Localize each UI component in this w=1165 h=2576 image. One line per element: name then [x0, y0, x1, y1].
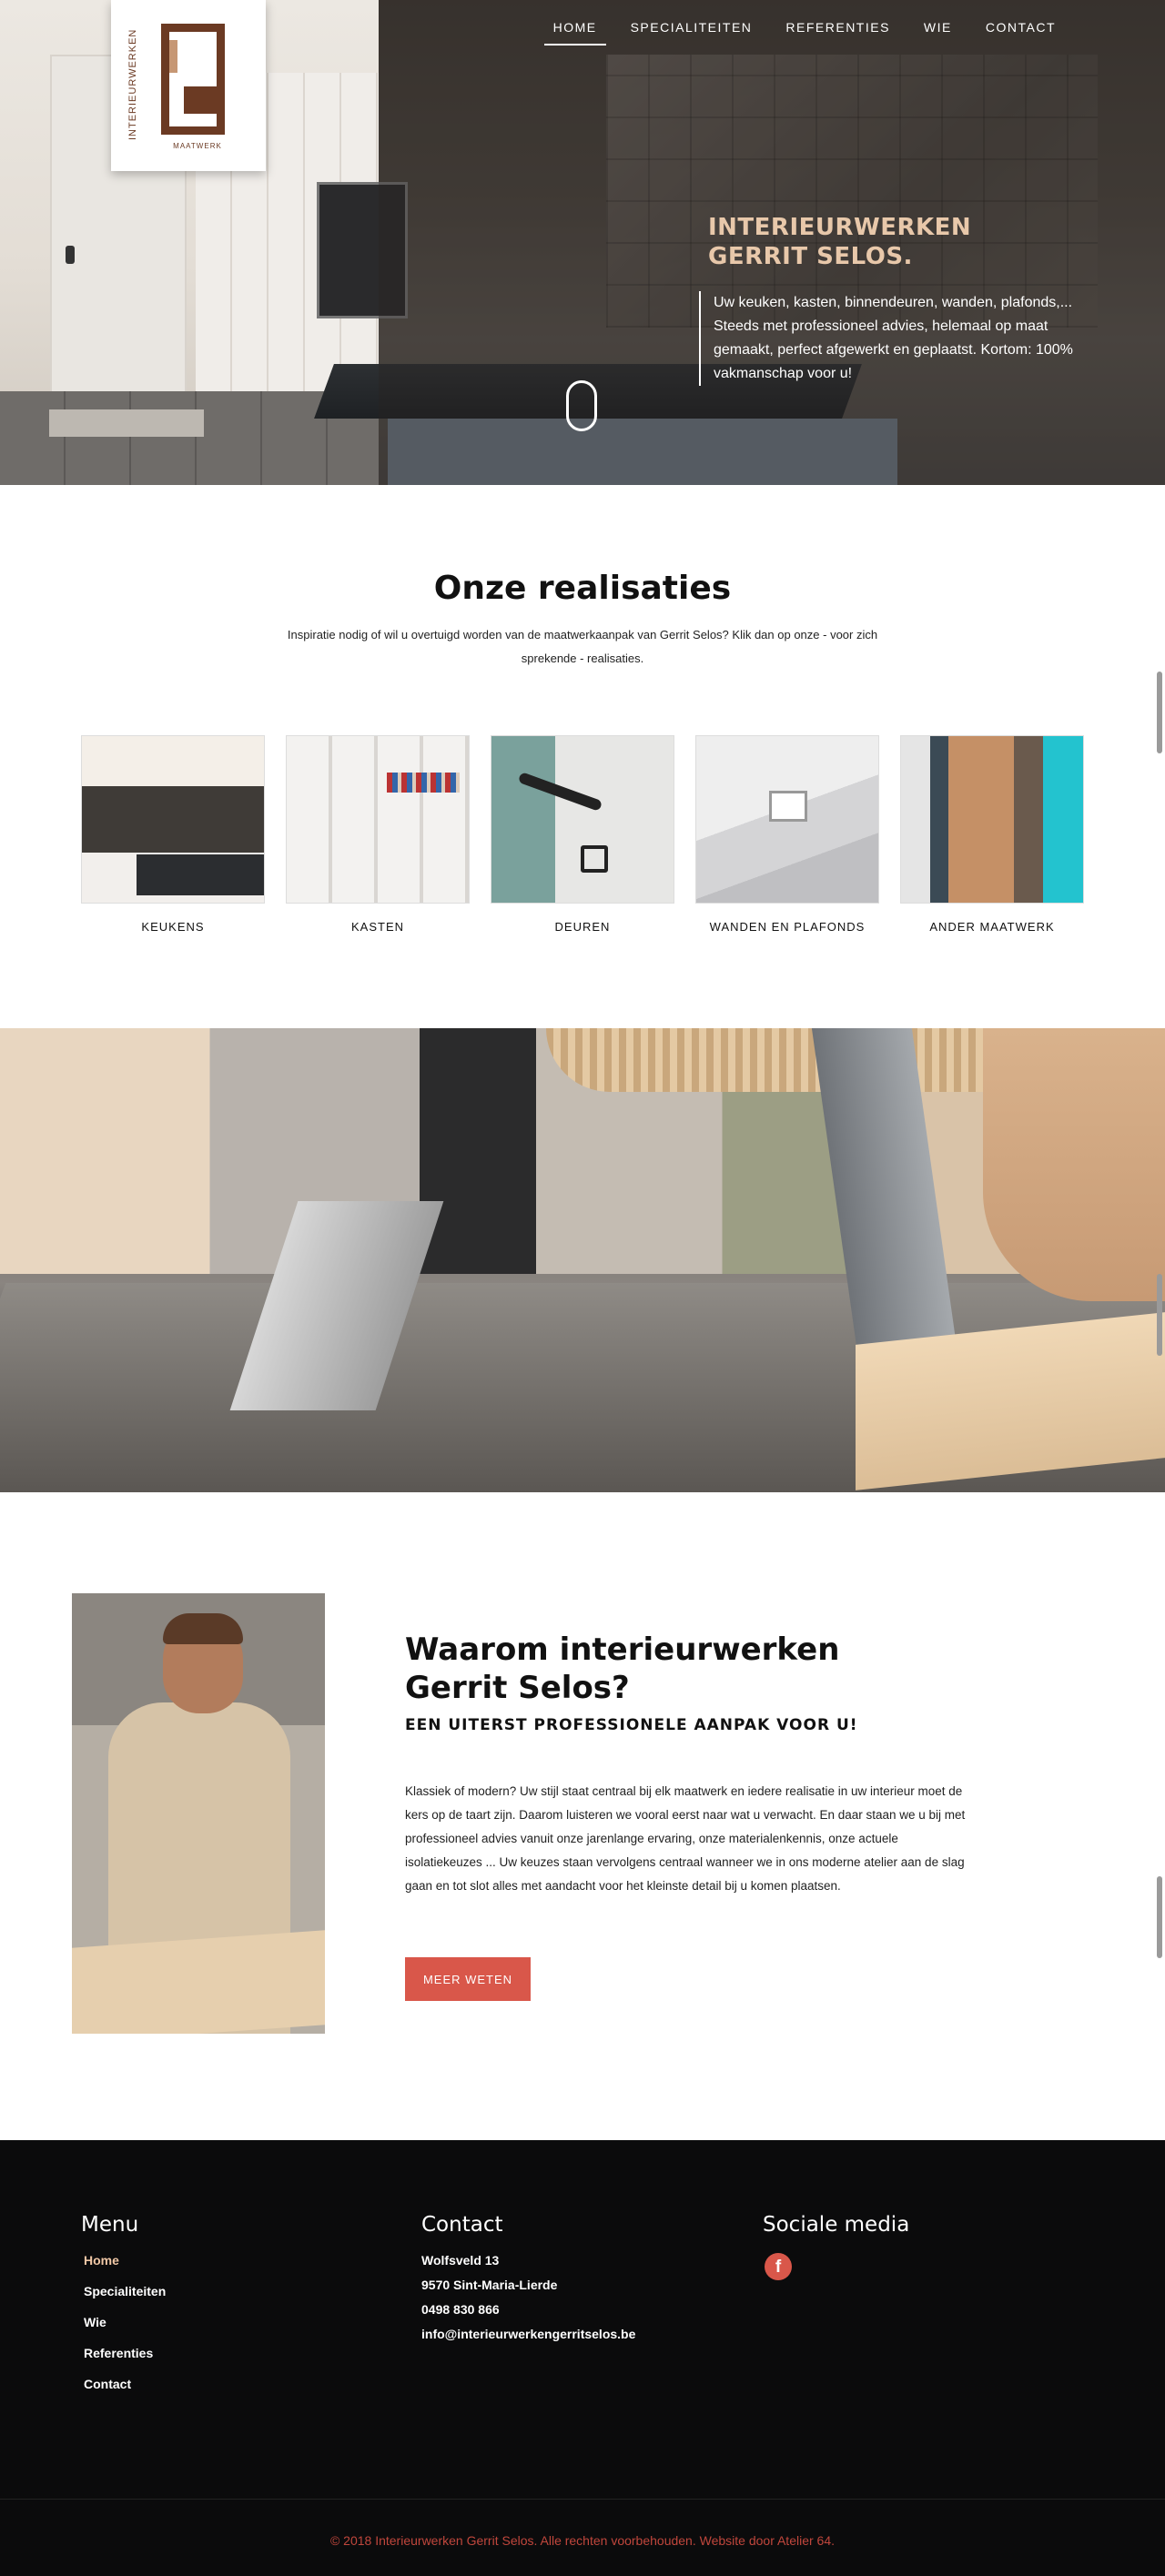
- realisaties-title: Onze realisaties: [433, 570, 732, 607]
- tile-label: DEUREN: [554, 920, 611, 934]
- footer-copyright: © 2018 Interieurwerken Gerrit Selos. All…: [329, 2533, 836, 2548]
- footer-contact-column: Contact Wolfsveld 13 9570 Sint-Maria-Lie…: [421, 2213, 635, 2351]
- tile-kasten[interactable]: KASTEN: [286, 735, 470, 934]
- scrollbar-thumb[interactable]: [1157, 1876, 1162, 1958]
- tile-label: WANDEN EN PLAFONDS: [709, 920, 866, 934]
- logo-mark-bar: [184, 86, 217, 114]
- scroll-down-indicator[interactable]: [566, 380, 597, 431]
- waarom-body: Klassiek of modern? Uw stijl staat centr…: [405, 1784, 966, 1893]
- scrollbar-thumb[interactable]: [1157, 1274, 1162, 1356]
- waarom-subtitle: EEN UITERST PROFESSIONELE AANPAK VOOR U!: [405, 1716, 858, 1734]
- ander-maatwerk-image: [900, 735, 1084, 904]
- tile-keukens[interactable]: KEUKENS: [81, 735, 265, 934]
- craftsman-photo: [72, 1593, 325, 2034]
- footer-social-column: Sociale media f: [763, 2213, 909, 2280]
- footer-menu-title: Menu: [81, 2213, 139, 2237]
- nav-wie[interactable]: WIE: [915, 16, 961, 45]
- banner-saw-guard: [546, 1028, 1056, 1092]
- deuren-image: [491, 735, 674, 904]
- main-nav: HOME SPECIALITEITEN REFERENTIES WIE CONT…: [529, 16, 1065, 45]
- site-logo[interactable]: INTERIEURWERKEN MAATWERK: [111, 0, 266, 171]
- scrollbar-thumb[interactable]: [1157, 672, 1162, 753]
- hero-step: [49, 409, 204, 437]
- footer-menu-column: Menu Home Specialiteiten Wie Referenties…: [81, 2213, 166, 2408]
- contact-phone[interactable]: 0498 830 866: [421, 2302, 635, 2317]
- nav-specialiteiten[interactable]: SPECIALITEITEN: [622, 16, 762, 45]
- kasten-image: [286, 735, 470, 904]
- craftsman-plank: [72, 1930, 325, 2034]
- nav-referenties[interactable]: REFERENTIES: [776, 16, 899, 45]
- facebook-icon[interactable]: f: [765, 2253, 792, 2280]
- logo-sub-text: MAATWERK: [173, 142, 222, 150]
- footer-contact-info: Wolfsveld 13 9570 Sint-Maria-Lierde 0498…: [421, 2253, 635, 2341]
- workshop-banner-image: [0, 1028, 1165, 1492]
- hero-text: Uw keuken, kasten, binnendeuren, wanden,…: [699, 291, 1081, 386]
- tile-label: KASTEN: [350, 920, 404, 934]
- hero-section: INTERIEURWERKEN MAATWERK HOME SPECIALITE…: [0, 0, 1165, 485]
- hero-door-handle: [66, 246, 75, 264]
- hero-title: INTERIEURWERKEN GERRIT SELOS.: [708, 214, 972, 270]
- banner-worker-arm: [983, 1028, 1165, 1301]
- meer-weten-button[interactable]: MEER WETEN: [405, 1957, 531, 2001]
- nav-home[interactable]: HOME: [543, 16, 606, 45]
- waarom-title: Waarom interieurwerken Gerrit Selos?: [405, 1631, 840, 1706]
- contact-city: 9570 Sint-Maria-Lierde: [421, 2278, 558, 2292]
- footer-link-referenties[interactable]: Referenties: [84, 2346, 166, 2360]
- contact-street: Wolfsveld 13: [421, 2253, 500, 2268]
- realisaties-section: Onze realisaties Inspiratie nodig of wil…: [0, 485, 1165, 1028]
- contact-email[interactable]: info@interieurwerkengerritselos.be: [421, 2327, 635, 2341]
- waarom-section: Waarom interieurwerken Gerrit Selos? EEN…: [0, 1492, 1165, 2140]
- footer-link-contact[interactable]: Contact: [84, 2377, 166, 2391]
- footer-link-wie[interactable]: Wie: [84, 2315, 166, 2329]
- footer-link-specialiteiten[interactable]: Specialiteiten: [84, 2284, 166, 2298]
- tile-label: KEUKENS: [141, 920, 205, 934]
- tile-ander-maatwerk[interactable]: ANDER MAATWERK: [900, 735, 1084, 934]
- site-footer: Menu Home Specialiteiten Wie Referenties…: [0, 2140, 1165, 2576]
- footer-menu: Home Specialiteiten Wie Referenties Cont…: [81, 2253, 166, 2391]
- realisaties-grid: KEUKENS KASTEN DEUREN WANDEN EN PLAFONDS…: [81, 735, 1084, 935]
- wanden-image: [695, 735, 879, 904]
- footer-contact-title: Contact: [421, 2213, 503, 2237]
- footer-social-title: Sociale media: [763, 2213, 910, 2237]
- nav-contact[interactable]: CONTACT: [977, 16, 1065, 45]
- tile-deuren[interactable]: DEUREN: [491, 735, 674, 934]
- logo-vertical-text: INTERIEURWERKEN: [127, 28, 138, 141]
- footer-divider: [0, 2499, 1165, 2500]
- footer-link-home[interactable]: Home: [84, 2253, 166, 2268]
- realisaties-intro: Inspiratie nodig of wil u overtuigd word…: [287, 628, 878, 665]
- logo-mark-inner: [169, 40, 202, 73]
- tile-wanden-en-plafonds[interactable]: WANDEN EN PLAFONDS: [695, 735, 879, 934]
- craftsman-hair: [163, 1613, 243, 1644]
- keukens-image: [81, 735, 265, 904]
- tile-label: ANDER MAATWERK: [929, 920, 1055, 934]
